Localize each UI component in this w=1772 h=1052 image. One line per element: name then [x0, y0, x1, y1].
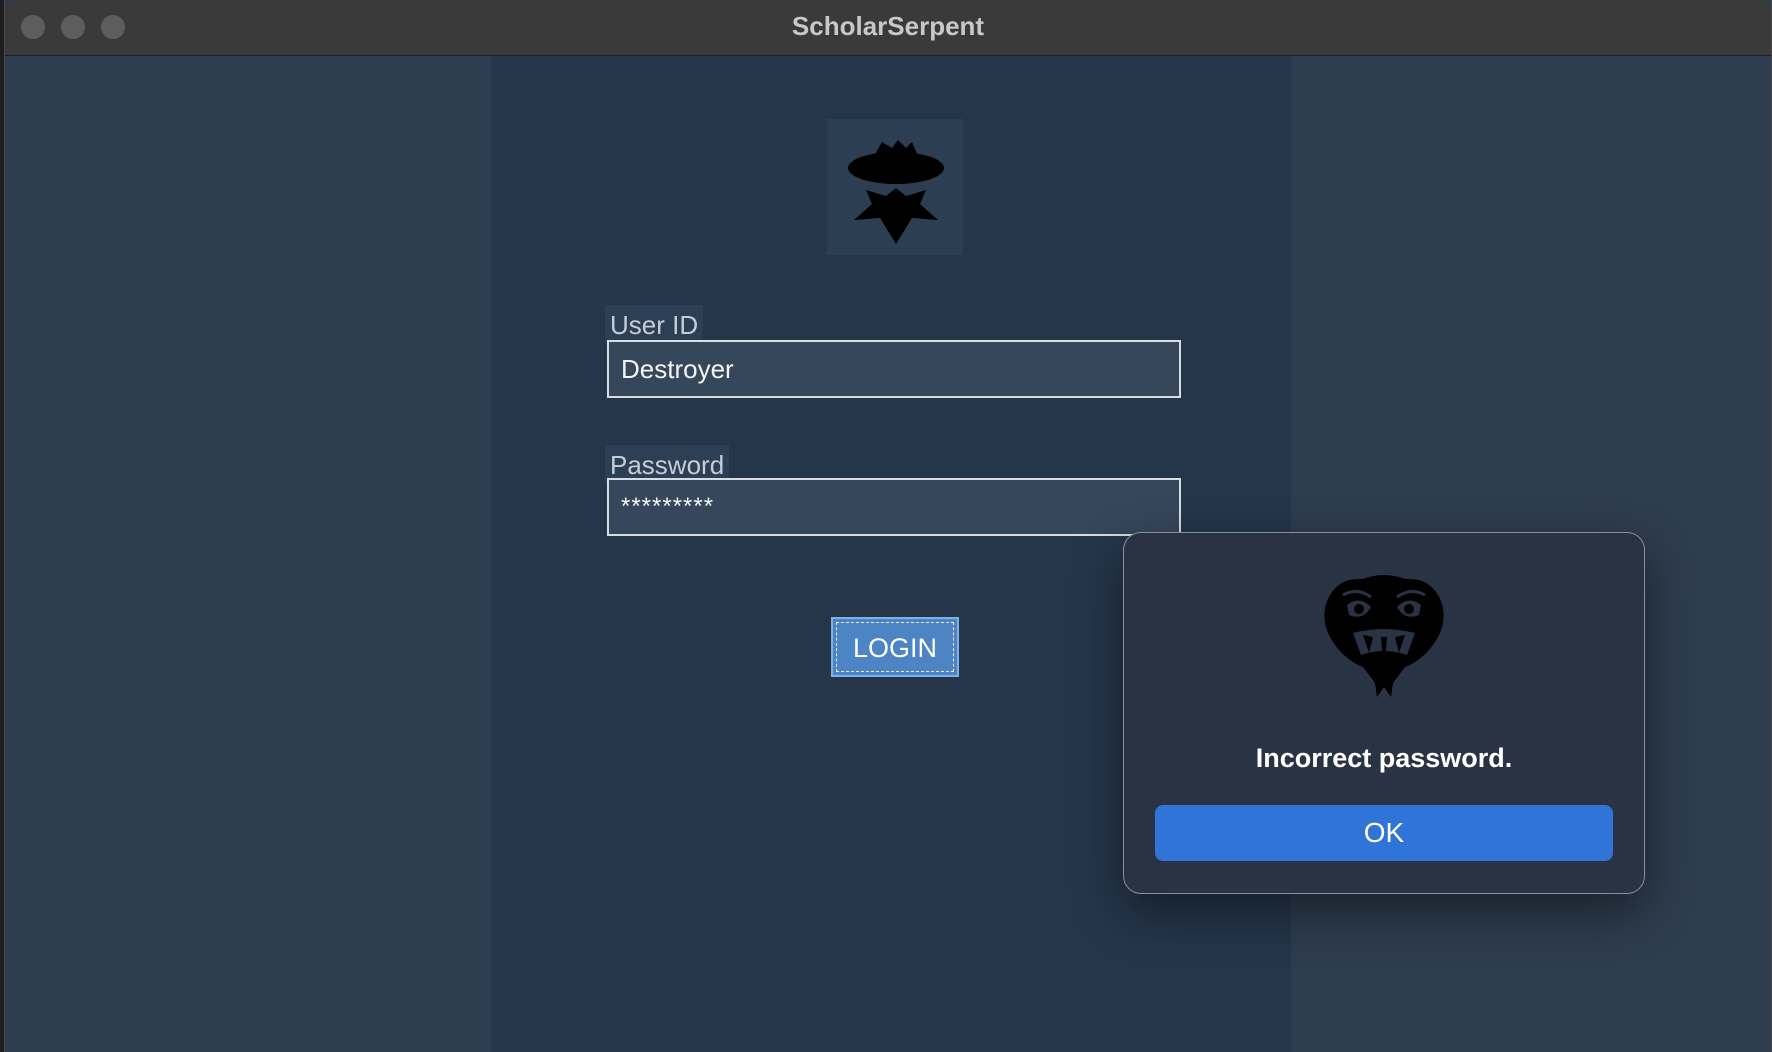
snake-head-icon	[1324, 575, 1444, 697]
error-dialog: Incorrect password. OK	[1123, 532, 1645, 894]
title-bar[interactable]: ScholarSerpent	[5, 0, 1771, 56]
password-input[interactable]	[607, 478, 1181, 536]
app-logo	[827, 119, 963, 255]
login-button-label: LOGIN	[836, 622, 954, 672]
login-button[interactable]: LOGIN	[831, 617, 959, 677]
user-id-label: User ID	[605, 305, 704, 343]
window-title: ScholarSerpent	[791, 11, 985, 41]
spy-icon	[848, 140, 944, 244]
user-id-input[interactable]	[607, 340, 1181, 398]
dialog-message: Incorrect password.	[1255, 743, 1513, 773]
ok-button[interactable]: OK	[1155, 805, 1613, 861]
app-window: ScholarSerpent User ID Password LOGIN	[4, 0, 1772, 1052]
